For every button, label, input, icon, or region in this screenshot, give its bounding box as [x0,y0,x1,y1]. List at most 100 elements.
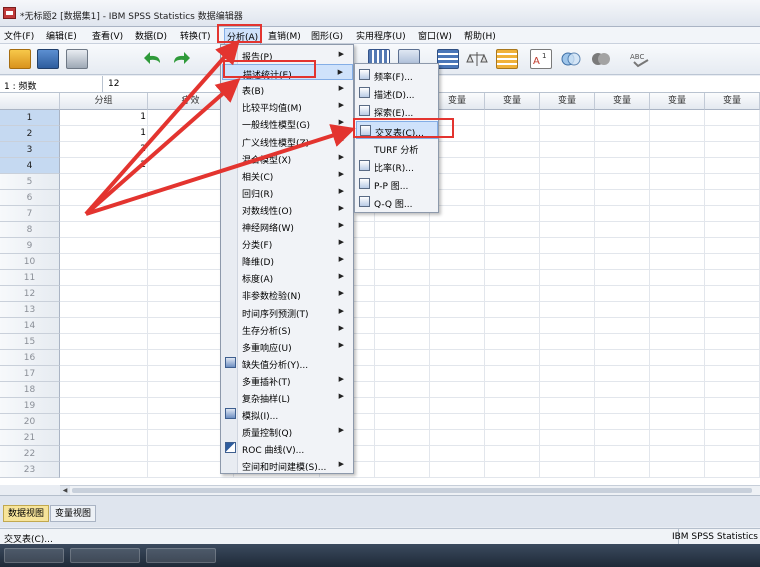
grid-cell[interactable] [430,270,485,286]
grid-cell[interactable] [375,238,430,254]
grid-cell[interactable] [595,446,650,462]
grid-cell[interactable] [595,302,650,318]
analyze-menu-item[interactable]: 对数线性(O) ▶ [222,201,353,217]
grid-cell[interactable] [595,206,650,222]
grid-cell[interactable] [705,110,760,126]
grid-cell[interactable] [705,254,760,270]
grid-cell[interactable] [540,286,595,302]
grid-cell[interactable] [375,398,430,414]
grid-cell[interactable] [540,222,595,238]
grid-cell[interactable] [540,398,595,414]
grid-cell[interactable] [595,286,650,302]
row-header[interactable]: 11 [0,270,60,286]
row-header[interactable]: 1 [0,110,60,126]
grid-cell[interactable] [540,446,595,462]
analyze-menu-item[interactable]: 时间序列预测(T) ▶ [222,304,353,320]
grid-cell[interactable] [595,270,650,286]
grid-cell[interactable] [60,350,148,366]
grid-cell[interactable] [485,318,540,334]
grid-cell[interactable] [650,382,705,398]
row-header[interactable]: 17 [0,366,60,382]
menu-utilities[interactable]: 实用程序(U) [356,29,406,42]
row-header[interactable]: 3 [0,142,60,158]
grid-cell[interactable] [650,270,705,286]
group-value-cell[interactable]: 1 [60,112,146,122]
grid-cell[interactable] [485,158,540,174]
grid-cell[interactable] [650,222,705,238]
grid-cell[interactable] [485,398,540,414]
row-header[interactable]: 19 [0,398,60,414]
grid-cell[interactable] [540,158,595,174]
scroll-left-icon[interactable]: ◀ [60,486,70,495]
grid-cell[interactable] [595,398,650,414]
grid-cell[interactable] [650,238,705,254]
grid-cell[interactable] [650,286,705,302]
grid-cell[interactable] [705,142,760,158]
grid-cell[interactable] [540,254,595,270]
grid-cell[interactable] [705,286,760,302]
grid-cell[interactable] [595,142,650,158]
grid-cell[interactable] [705,222,760,238]
analyze-menu-item[interactable]: 比较平均值(M) ▶ [222,98,353,114]
row-header[interactable]: 13 [0,302,60,318]
grid-cell[interactable] [375,334,430,350]
grid-cell[interactable] [540,462,595,478]
row-header[interactable]: 18 [0,382,60,398]
row-header[interactable]: 9 [0,238,60,254]
menu-transform[interactable]: 转换(T) [180,29,211,42]
row-header[interactable]: 12 [0,286,60,302]
analyze-menu-item[interactable]: 空间和时间建模(S)... ▶ [222,457,353,473]
tab-variable-view[interactable]: 变量视图 [50,505,97,522]
grid-cell[interactable] [705,318,760,334]
grid-cell[interactable] [375,350,430,366]
grid-cell[interactable] [650,142,705,158]
grid-cell[interactable] [650,302,705,318]
grid-cell[interactable] [60,174,148,190]
grid-cell[interactable] [485,366,540,382]
grid-cell[interactable] [60,254,148,270]
row-header[interactable]: 16 [0,350,60,366]
scroll-thumb[interactable] [72,488,752,493]
grid-cell[interactable] [540,430,595,446]
grid-cell[interactable] [650,462,705,478]
grid-cell[interactable] [485,270,540,286]
analyze-menu-item[interactable]: 缺失值分析(Y)... [222,355,353,371]
grid-cell[interactable] [60,190,148,206]
row-header[interactable]: 5 [0,174,60,190]
row-header[interactable]: 2 [0,126,60,142]
grid-cell[interactable] [650,206,705,222]
grid-cell[interactable] [595,366,650,382]
grid-cell[interactable] [60,430,148,446]
grid-cell[interactable] [430,286,485,302]
row-header[interactable]: 14 [0,318,60,334]
grid-cell[interactable] [650,366,705,382]
grid-cell[interactable] [650,254,705,270]
menu-file[interactable]: 文件(F) [4,29,34,42]
grid-cell[interactable] [650,350,705,366]
grid-cell[interactable] [595,334,650,350]
grid-cell[interactable] [540,142,595,158]
grid-cell[interactable] [375,286,430,302]
grid-cell[interactable] [540,270,595,286]
grid-cell[interactable] [430,366,485,382]
descriptive-menu-item[interactable]: TURF 分析 [356,139,438,157]
grid-cell[interactable] [540,126,595,142]
column-header-var[interactable]: 变量 [595,93,650,110]
grid-cell[interactable] [650,174,705,190]
grid-cell[interactable] [430,238,485,254]
row-header[interactable]: 21 [0,430,60,446]
weight-cases-icon[interactable] [466,49,488,69]
grid-cell[interactable] [705,190,760,206]
grid-cell[interactable] [705,366,760,382]
grid-cell[interactable] [375,366,430,382]
grid-cell[interactable] [430,462,485,478]
grid-cell[interactable] [595,382,650,398]
descriptive-menu-item[interactable]: P-P 图... [356,175,438,193]
analyze-menu-item[interactable]: 非参数检验(N) ▶ [222,286,353,302]
grid-cell[interactable] [485,446,540,462]
analyze-menu-item[interactable]: 标度(A) ▶ [222,269,353,285]
grid-cell[interactable] [705,414,760,430]
grid-cell[interactable] [375,462,430,478]
tab-data-view[interactable]: 数据视图 [3,505,50,522]
grid-cell[interactable] [375,446,430,462]
